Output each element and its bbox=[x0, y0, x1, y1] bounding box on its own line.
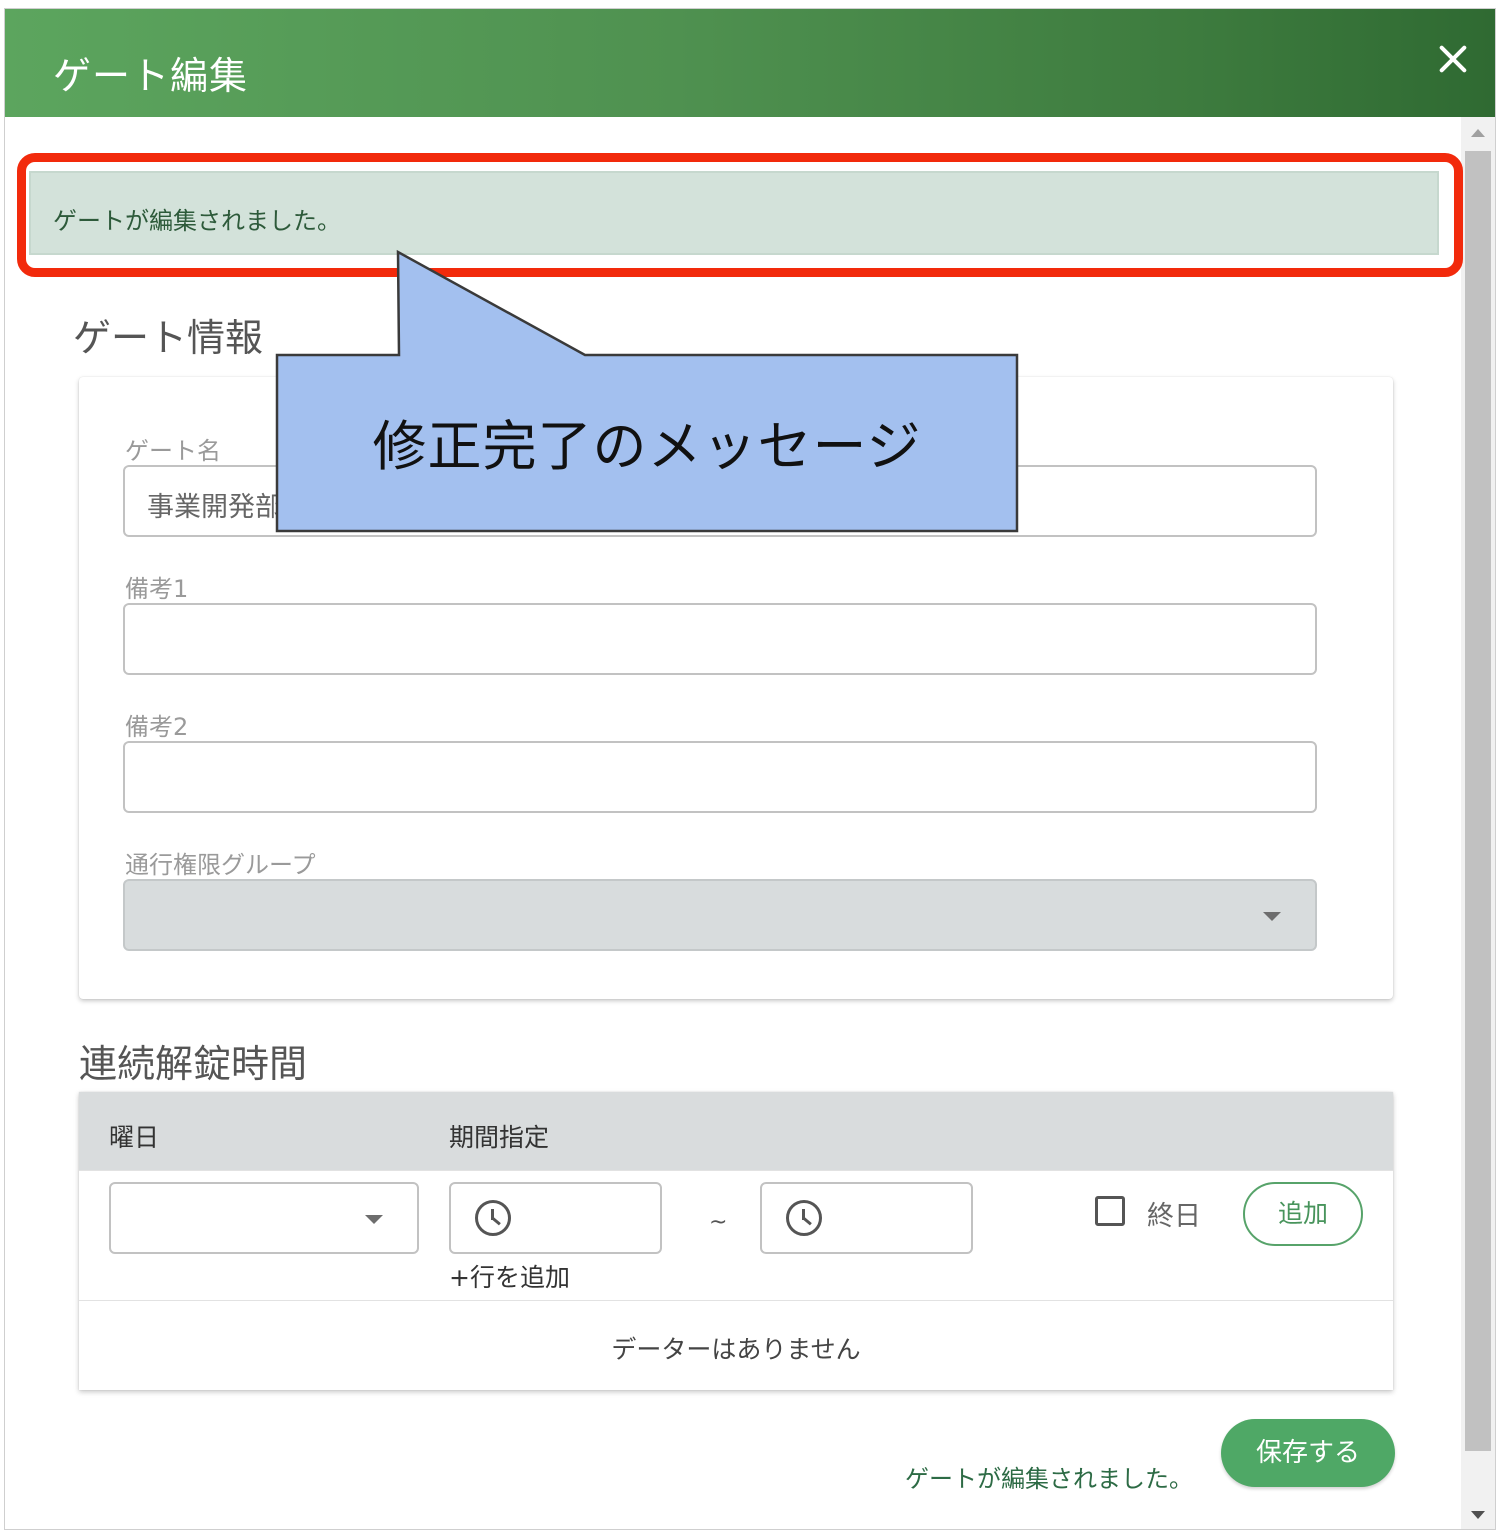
weekday-select[interactable] bbox=[109, 1182, 419, 1254]
gate-info-card: ゲート名 事業開発部 備考1 備考2 通行権限グループ bbox=[79, 377, 1393, 999]
clock-icon bbox=[475, 1200, 511, 1236]
continuous-unlock-title: 連続解錠時間 bbox=[79, 1042, 308, 1086]
gate-name-value: 事業開発部 bbox=[147, 492, 282, 523]
note2-label: 備考2 bbox=[125, 713, 189, 741]
note1-label: 備考1 bbox=[125, 575, 189, 603]
add-button[interactable]: 追加 bbox=[1243, 1182, 1363, 1246]
success-alert-text: ゲートが編集されました。 bbox=[53, 207, 341, 235]
add-row-link[interactable]: +行を追加 bbox=[449, 1258, 570, 1294]
access-group-label: 通行権限グループ bbox=[125, 851, 316, 879]
close-icon[interactable] bbox=[1433, 39, 1473, 79]
allday-label: 終日 bbox=[1147, 1201, 1201, 1232]
scroll-up-arrow-icon[interactable] bbox=[1471, 129, 1485, 137]
scroll-down-arrow-icon[interactable] bbox=[1471, 1511, 1485, 1519]
footer-status-message: ゲートが編集されました。 bbox=[905, 1465, 1193, 1493]
allday-checkbox[interactable] bbox=[1095, 1196, 1125, 1226]
header-divider bbox=[79, 1170, 1393, 1171]
vertical-scrollbar[interactable] bbox=[1461, 117, 1495, 1529]
dialog-title: ゲート編集 bbox=[53, 54, 249, 98]
note1-input[interactable] bbox=[123, 603, 1317, 675]
table-header: 曜日 期間指定 bbox=[79, 1092, 1393, 1170]
start-time-input[interactable] bbox=[449, 1182, 662, 1254]
gate-name-input[interactable]: 事業開発部 bbox=[123, 465, 1317, 537]
gate-name-label: ゲート名 bbox=[125, 437, 221, 465]
column-period: 期間指定 bbox=[449, 1123, 550, 1152]
clock-icon bbox=[786, 1200, 822, 1236]
chevron-down-icon bbox=[1263, 912, 1281, 921]
scroll-thumb[interactable] bbox=[1465, 151, 1491, 1451]
save-button[interactable]: 保存する bbox=[1221, 1419, 1395, 1487]
time-separator: ~ bbox=[709, 1210, 728, 1235]
access-group-select[interactable] bbox=[123, 879, 1317, 951]
gate-info-title: ゲート情報 bbox=[73, 316, 264, 360]
dialog-header: ゲート編集 bbox=[5, 9, 1495, 117]
end-time-input[interactable] bbox=[760, 1182, 973, 1254]
gate-edit-dialog: ゲート編集 ゲートが編集されました。 ゲート情報 ゲート名 事業開発部 備考1 … bbox=[4, 8, 1496, 1530]
note2-input[interactable] bbox=[123, 741, 1317, 813]
schedule-table: 曜日 期間指定 ~ 終日 追加 +行を追加 データーはありません bbox=[79, 1092, 1393, 1390]
row-divider bbox=[79, 1300, 1393, 1301]
chevron-down-icon bbox=[365, 1215, 383, 1224]
success-alert: ゲートが編集されました。 bbox=[29, 171, 1439, 255]
column-weekday: 曜日 bbox=[109, 1123, 160, 1152]
no-data-text: データーはありません bbox=[611, 1335, 861, 1364]
